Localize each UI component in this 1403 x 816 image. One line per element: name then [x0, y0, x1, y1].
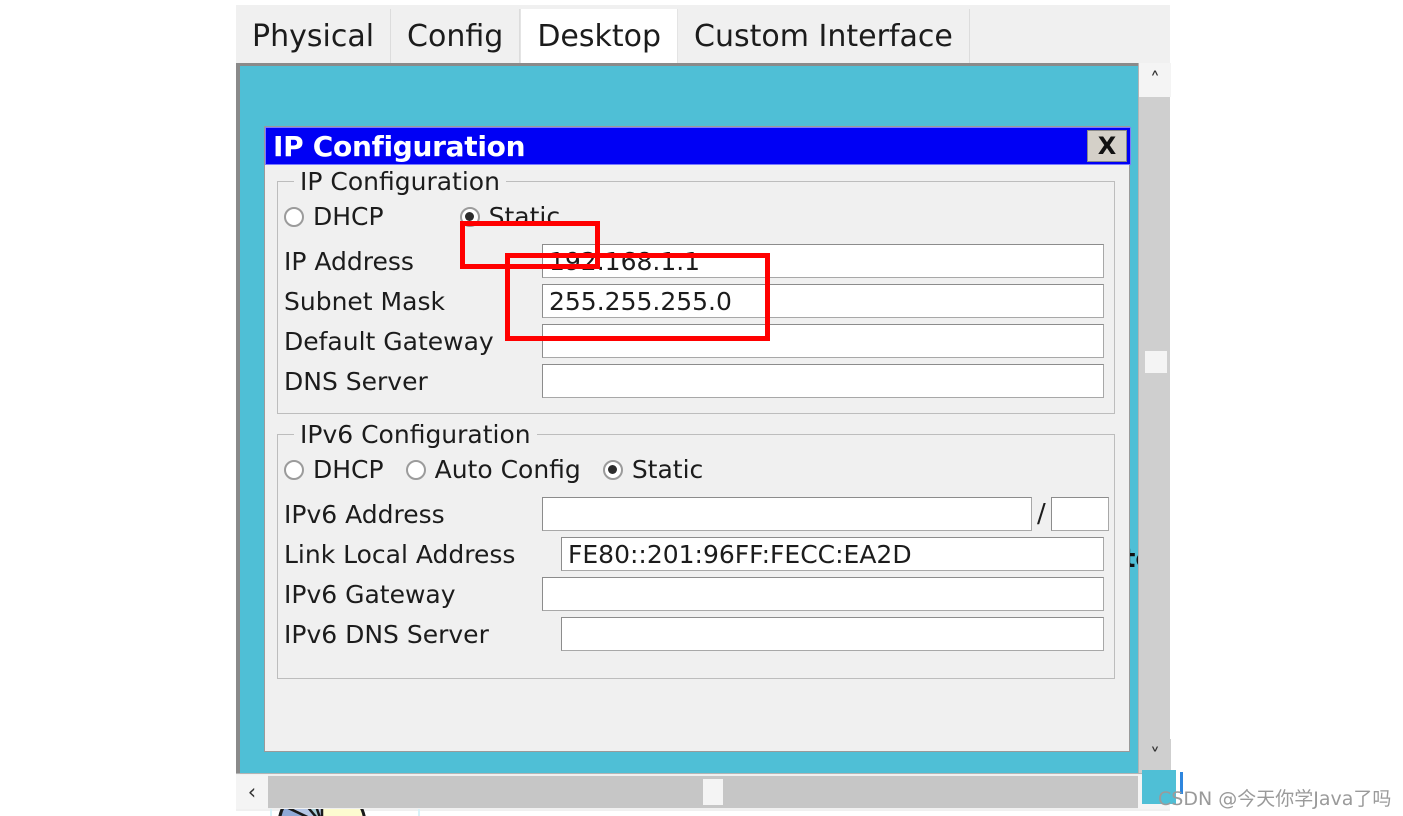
tab-config[interactable]: Config — [391, 9, 521, 63]
ipv6-dns-server-input[interactable] — [561, 617, 1104, 651]
ipv4-group-title: IP Configuration — [294, 167, 506, 196]
tab-bar-filler — [969, 9, 1170, 63]
ipv6-link-local-input[interactable]: FE80::201:96FF:FECC:EA2D — [561, 537, 1104, 571]
tab-desktop[interactable]: Desktop — [520, 9, 679, 63]
ipv4-subnet-mask-label: Subnet Mask — [284, 286, 445, 316]
radio-dot-icon — [602, 459, 623, 480]
ipv4-mode-row: DHCP Static — [284, 202, 560, 231]
radio-ipv6-auto-config-label: Auto Config — [434, 455, 581, 484]
radio-ipv6-static-label: Static — [631, 455, 704, 484]
horizontal-scrollbar-thumb[interactable] — [703, 778, 723, 805]
radio-ipv6-static[interactable]: Static — [602, 455, 704, 484]
tab-custom-interface[interactable]: Custom Interface — [678, 9, 970, 63]
ipv6-link-local-label: Link Local Address — [284, 539, 516, 569]
close-icon[interactable]: X — [1087, 130, 1127, 162]
radio-dot-icon — [459, 206, 480, 227]
ipv4-dns-server-input[interactable] — [542, 364, 1104, 398]
scroll-up-icon[interactable]: ˄ — [1139, 63, 1171, 97]
ipv6-dns-server-row: IPv6 DNS Server — [284, 617, 1104, 651]
ipv4-ip-address-input[interactable]: 192.168.1.1 — [542, 244, 1104, 278]
ipv4-dns-server-label: DNS Server — [284, 366, 428, 396]
radio-ipv6-auto-config[interactable]: Auto Config — [405, 455, 581, 484]
scroll-down-icon[interactable]: ˅ — [1139, 739, 1171, 773]
radio-ipv4-static-label: Static — [488, 202, 561, 231]
vertical-scrollbar-thumb[interactable] — [1145, 351, 1167, 373]
radio-dot-icon — [284, 206, 304, 227]
ipv6-address-input[interactable] — [542, 497, 1032, 531]
ipv6-configuration-group: IPv6 Configuration DHCP Auto Config Stat… — [277, 420, 1115, 679]
horizontal-scrollbar[interactable]: ‹ › — [236, 773, 1170, 809]
ipv6-prefix-length-input[interactable] — [1050, 497, 1109, 531]
ipv4-ip-address-label: IP Address — [284, 246, 414, 276]
ipv6-group-title: IPv6 Configuration — [294, 420, 537, 449]
ipv4-default-gateway-label: Default Gateway — [284, 326, 494, 356]
ipv4-default-gateway-row: Default Gateway — [284, 324, 1104, 358]
ipv6-address-label: IPv6 Address — [284, 499, 445, 529]
radio-ipv4-dhcp[interactable]: DHCP — [284, 202, 384, 231]
radio-dot-icon — [284, 459, 304, 480]
ipv4-default-gateway-input[interactable] — [542, 324, 1104, 358]
radio-ipv6-dhcp[interactable]: DHCP — [284, 455, 384, 484]
ipv6-link-local-row: Link Local Address FE80::201:96FF:FECC:E… — [284, 537, 1104, 571]
ipv4-subnet-mask-input[interactable]: 255.255.255.0 — [542, 284, 1104, 318]
prefix-separator: / — [1037, 499, 1046, 529]
horizontal-scrollbar-track[interactable] — [268, 775, 1138, 808]
ipv6-gateway-label: IPv6 Gateway — [284, 579, 456, 609]
ipv6-gateway-input[interactable] — [542, 577, 1104, 611]
dialog-titlebar[interactable]: IP Configuration X — [265, 127, 1131, 165]
ipv4-configuration-group: IP Configuration DHCP Static IP Address … — [277, 167, 1115, 414]
vertical-scrollbar[interactable]: ˄ ˅ — [1138, 63, 1171, 773]
radio-dot-icon — [405, 459, 426, 480]
radio-ipv4-static[interactable]: Static — [459, 202, 561, 231]
ipv4-ip-address-row: IP Address 192.168.1.1 — [284, 244, 1104, 278]
ip-configuration-dialog: IP Configuration X IP Configuration DHCP — [264, 126, 1131, 752]
ipv6-address-row: IPv6 Address / — [284, 497, 1109, 531]
radio-ipv4-dhcp-label: DHCP — [313, 202, 384, 231]
device-window: Physical Config Desktop Custom Interface… — [236, 5, 1171, 816]
watermark-text: CSDN @今天你学Java了吗 — [1158, 788, 1392, 810]
tab-bar: Physical Config Desktop Custom Interface — [236, 5, 1170, 63]
radio-ipv6-dhcp-label: DHCP — [313, 455, 384, 484]
ipv6-dns-server-label: IPv6 DNS Server — [284, 619, 489, 649]
ipv6-mode-row: DHCP Auto Config Static — [284, 455, 703, 484]
ipv4-dns-server-row: DNS Server — [284, 364, 1104, 398]
screenshot-root: Physical Config Desktop Custom Interface… — [0, 0, 1403, 816]
dialog-title: IP Configuration — [273, 129, 526, 163]
ipv4-subnet-mask-row: Subnet Mask 255.255.255.0 — [284, 284, 1104, 318]
scroll-left-icon[interactable]: ‹ — [236, 774, 268, 809]
desktop-area: Email Dialer Editor Firewall Firewall to… — [236, 63, 1170, 816]
ipv6-gateway-row: IPv6 Gateway — [284, 577, 1104, 611]
tab-physical[interactable]: Physical — [236, 9, 392, 63]
